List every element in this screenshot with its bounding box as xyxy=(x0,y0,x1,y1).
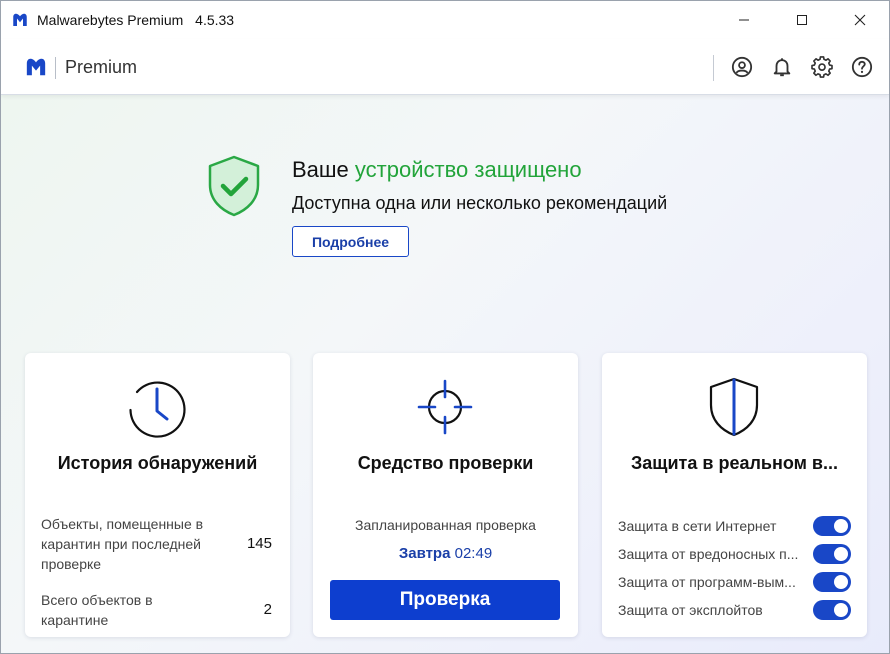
realtime-protection-card[interactable]: Защита в реальном в... Защита в сети Инт… xyxy=(602,353,867,637)
scanner-card[interactable]: Средство проверки Запланированная провер… xyxy=(313,353,578,637)
ransomware-protection-toggle[interactable] xyxy=(813,572,851,592)
shield-icon xyxy=(709,377,759,437)
toggle-knob xyxy=(834,519,848,533)
toggle-knob xyxy=(834,603,848,617)
scheduled-scan-time: Завтра 02:49 xyxy=(313,545,578,562)
bell-icon xyxy=(773,58,791,77)
protection-status-subtitle: Доступна одна или несколько рекомендаций xyxy=(292,193,668,213)
quarantined-last-scan-label: Объекты, помещенные в карантин при после… xyxy=(41,516,204,572)
close-button[interactable] xyxy=(831,1,889,39)
settings-button[interactable] xyxy=(810,55,834,79)
account-button[interactable] xyxy=(730,55,754,79)
status-title-accent: устройство защищено xyxy=(354,157,582,182)
details-button[interactable]: Подробнее xyxy=(292,226,409,257)
maximize-icon xyxy=(797,15,807,25)
detection-history-card[interactable]: История обнаружений Объекты, помещенные … xyxy=(25,353,290,637)
total-quarantined-value: 2 xyxy=(263,601,272,618)
app-window: Malwarebytes Premium 4.5.33 Premium Ваше… xyxy=(0,0,890,654)
exploit-protection-label: Защита от эксплойтов xyxy=(618,602,763,618)
dashboard-main: Ваше устройство защищено Доступна одна и… xyxy=(1,95,889,653)
minimize-button[interactable] xyxy=(715,1,773,39)
quarantined-last-scan-value: 145 xyxy=(246,535,272,552)
web-protection-toggle[interactable] xyxy=(813,516,851,536)
toggle-knob xyxy=(834,547,848,561)
header-divider xyxy=(713,55,714,81)
malware-protection-toggle[interactable] xyxy=(813,544,851,564)
window-title: Malwarebytes Premium 4.5.33 xyxy=(37,12,242,28)
ransomware-protection-label: Защита от программ-вым... xyxy=(618,574,796,590)
help-icon xyxy=(851,56,873,78)
ransomware-protection-row: Защита от программ-вым... xyxy=(618,572,858,594)
app-version: 4.5.33 xyxy=(195,12,235,28)
malwarebytes-brand-icon xyxy=(26,58,46,76)
gear-icon xyxy=(811,56,833,78)
web-protection-row: Защита в сети Интернет xyxy=(618,516,858,538)
scheduled-scan-label: Запланированная проверка xyxy=(355,517,536,533)
malware-protection-label: Защита от вредоносных п... xyxy=(618,546,799,562)
shield-check-icon xyxy=(208,155,260,217)
clock-history-icon xyxy=(129,381,186,438)
status-title-prefix: Ваше xyxy=(292,157,349,182)
web-protection-label: Защита в сети Интернет xyxy=(618,518,777,534)
detection-history-title: История обнаружений xyxy=(57,453,258,473)
protection-status-title: Ваше устройство защищено xyxy=(292,157,582,183)
malwarebytes-logo-icon xyxy=(13,13,27,26)
app-name: Malwarebytes Premium xyxy=(37,12,184,28)
total-quarantined-label: Всего объектов в карантине xyxy=(41,592,153,628)
malware-protection-row: Защита от вредоносных п... xyxy=(618,544,858,566)
exploit-protection-toggle[interactable] xyxy=(813,600,851,620)
toggle-knob xyxy=(834,575,848,589)
notifications-button[interactable] xyxy=(770,55,794,79)
title-bar: Malwarebytes Premium 4.5.33 xyxy=(1,1,889,39)
close-icon xyxy=(854,14,866,26)
exploit-protection-row: Защита от эксплойтов xyxy=(618,600,858,622)
account-icon xyxy=(731,56,753,78)
help-button[interactable] xyxy=(850,55,874,79)
scheduled-scan-day: Завтра xyxy=(398,545,451,562)
scanner-title: Средство проверки xyxy=(357,453,534,473)
scheduled-scan-clock: 02:49 xyxy=(454,545,493,562)
maximize-button[interactable] xyxy=(773,1,831,39)
brand-name: Premium xyxy=(65,57,138,77)
scan-button[interactable]: Проверка xyxy=(330,580,560,620)
brand-divider xyxy=(55,57,56,79)
crosshair-icon xyxy=(417,379,473,435)
realtime-protection-title: Защита в реальном в... xyxy=(631,453,838,473)
minimize-icon xyxy=(739,19,749,21)
app-header: Premium xyxy=(1,39,889,95)
